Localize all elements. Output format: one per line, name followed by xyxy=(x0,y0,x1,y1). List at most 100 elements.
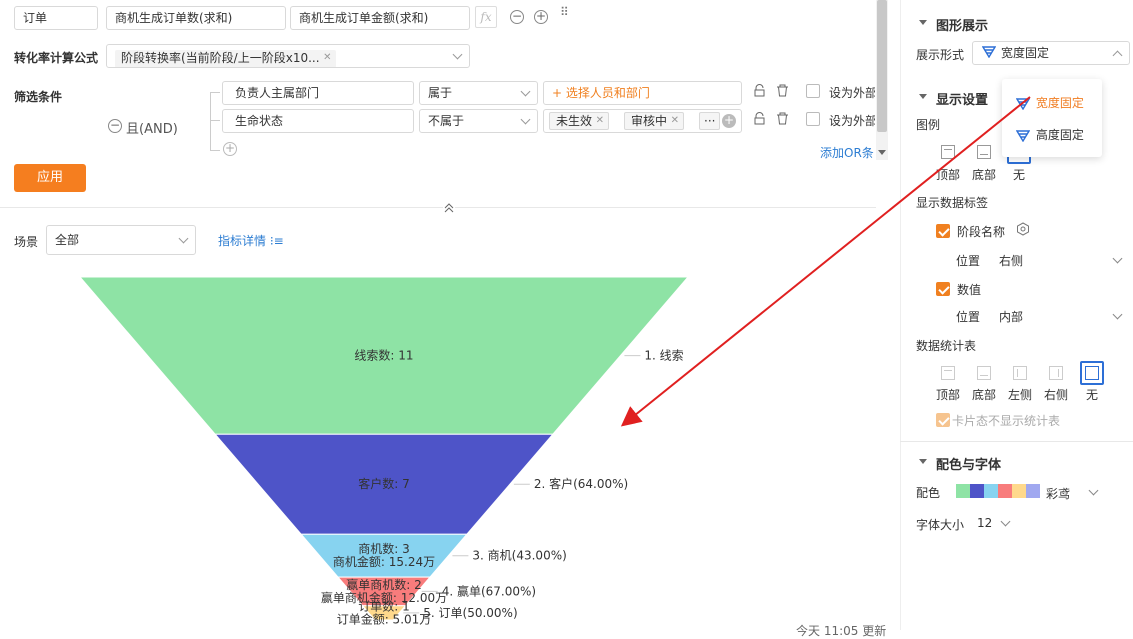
collapse-section-icon[interactable] xyxy=(919,459,927,464)
palette-swatch xyxy=(984,484,998,498)
trash-icon[interactable] xyxy=(776,112,789,125)
tag-close-icon[interactable]: ✕ xyxy=(596,113,604,129)
legend-bottom-label[interactable]: 底部 xyxy=(972,166,996,183)
funnel-stage-label: 4. 赢单(67.00%) xyxy=(442,583,536,598)
fx-icon[interactable]: fx xyxy=(475,6,497,28)
funnel-stage-label: 3. 商机(43.00%) xyxy=(472,548,566,563)
palette-name[interactable]: 彩鸢 xyxy=(1046,485,1070,502)
funnel-stage-label: 5. 订单(50.00%) xyxy=(423,606,517,620)
stats-none-icon[interactable] xyxy=(1080,361,1104,385)
palette-swatch xyxy=(1012,484,1026,498)
scroll-down-icon[interactable] xyxy=(878,150,886,155)
and-label[interactable]: 且(AND) xyxy=(126,118,178,137)
lock-icon[interactable] xyxy=(754,112,765,125)
legend-top-icon[interactable] xyxy=(941,145,955,159)
collapse-and-icon[interactable]: − xyxy=(108,119,122,133)
filter-label: 筛选条件 xyxy=(14,90,63,104)
formula-select[interactable]: 阶段转换率(当前阶段/上一阶段x10... ✕ xyxy=(106,44,470,68)
funnel-stage-label: 2. 客户(64.00%) xyxy=(534,476,628,491)
legend-top-label[interactable]: 顶部 xyxy=(936,166,960,183)
color-label: 配色 xyxy=(916,486,941,500)
data-label-title: 显示数据标签 xyxy=(916,196,989,210)
filter-value-1[interactable]: + 选择人员和部门 xyxy=(543,81,742,105)
list-icon: ⁝≡ xyxy=(269,234,284,248)
stats-right-icon[interactable] xyxy=(1049,366,1063,380)
stats-table-title: 数据统计表 xyxy=(916,339,977,353)
trash-icon[interactable] xyxy=(776,84,789,97)
palette-swatch xyxy=(956,484,970,498)
palette-swatches[interactable] xyxy=(956,484,1042,498)
width-fixed-option[interactable]: 宽度固定 xyxy=(1015,94,1084,111)
external-checkbox-1[interactable] xyxy=(806,84,820,98)
stats-left-label[interactable]: 左侧 xyxy=(1008,386,1032,403)
tag-close-icon[interactable]: ✕ xyxy=(671,113,679,129)
apply-button[interactable]: 应用 xyxy=(14,164,86,192)
font-size-value[interactable]: 12 xyxy=(977,516,992,530)
external-checkbox-2[interactable] xyxy=(806,112,820,126)
palette-swatch xyxy=(970,484,984,498)
filter-op-1[interactable]: 属于 xyxy=(419,81,538,105)
stats-none-label[interactable]: 无 xyxy=(1086,386,1098,403)
tag-close-icon[interactable]: ✕ xyxy=(323,50,331,66)
filter-tag-inactive: 未生效 ✕ xyxy=(549,112,610,130)
settings-hex-icon[interactable] xyxy=(1016,222,1030,236)
card-hide-label: 卡片态不显示统计表 xyxy=(952,414,1061,428)
more-tags[interactable]: ··· xyxy=(699,112,721,130)
metric-select-1[interactable]: 商机生成订单数(求和) xyxy=(106,6,286,30)
funnel-chart: 线索数: 11 1. 线索客户数: 7 2. 客户(64.00%) 商机数: 3商机金… xyxy=(78,276,690,626)
object-select[interactable]: 订单 xyxy=(14,6,98,30)
stage-name-label: 阶段名称 xyxy=(957,225,1006,239)
collapse-section-icon[interactable] xyxy=(919,20,927,25)
filter-field-2[interactable]: 生命状态 xyxy=(222,109,414,133)
funnel-value-label: 订单数: 1 xyxy=(358,598,410,613)
funnel-value-label: 商机金额: 15.24万 xyxy=(333,554,435,569)
filter-field-1[interactable]: 负责人主属部门 xyxy=(222,81,414,105)
funnel-icon xyxy=(981,46,997,61)
height-fixed-option[interactable]: 高度固定 xyxy=(1015,126,1084,143)
drag-handle-icon[interactable]: ⠿ xyxy=(560,6,570,18)
metric-select-2[interactable]: 商机生成订单金额(求和) xyxy=(290,6,470,30)
value-checkbox[interactable] xyxy=(936,282,950,296)
filter-tag-reviewing: 审核中 ✕ xyxy=(624,112,685,130)
stats-right-label[interactable]: 右侧 xyxy=(1044,386,1068,403)
value-label: 数值 xyxy=(957,283,982,297)
legend-none-label[interactable]: 无 xyxy=(1013,166,1025,183)
add-circle-icon[interactable]: + xyxy=(534,10,548,24)
stage-name-checkbox[interactable] xyxy=(936,224,950,238)
value-position-value[interactable]: 内部 xyxy=(999,308,1023,325)
scrollbar-thumb[interactable] xyxy=(877,0,887,132)
stats-bottom-label[interactable]: 底部 xyxy=(972,386,996,403)
display-form-dropdown: 宽度固定 高度固定 xyxy=(1002,79,1102,157)
card-hide-checkbox[interactable] xyxy=(936,413,950,427)
stats-bottom-icon[interactable] xyxy=(977,366,991,380)
display-form-label: 展示形式 xyxy=(916,48,965,62)
lock-icon[interactable] xyxy=(754,84,765,97)
funnel-stage-label: 1. 线索 xyxy=(644,349,683,363)
legend-bottom-icon[interactable] xyxy=(977,145,991,159)
legend-label: 图例 xyxy=(916,118,941,132)
collapse-section-icon[interactable] xyxy=(919,94,927,99)
stage-position-value[interactable]: 右侧 xyxy=(999,252,1023,269)
stage-position-label: 位置 xyxy=(956,254,981,268)
update-time: 今天 11:05 更新 xyxy=(796,624,887,638)
formula-label: 转化率计算公式 xyxy=(14,51,99,65)
stats-top-icon[interactable] xyxy=(941,366,955,380)
external-label-2: 设为外部 xyxy=(829,114,875,128)
collapse-icon[interactable] xyxy=(443,202,455,214)
funnel-value-label: 线索数: 11 xyxy=(354,348,413,363)
remove-circle-icon[interactable]: − xyxy=(510,10,524,24)
palette-swatch xyxy=(998,484,1012,498)
stats-top-label[interactable]: 顶部 xyxy=(936,386,960,403)
formula-tag: 阶段转换率(当前阶段/上一阶段x10... ✕ xyxy=(115,50,336,67)
filter-op-2[interactable]: 不属于 xyxy=(419,109,538,133)
metric-details-link[interactable]: 指标详情 ⁝≡ xyxy=(218,232,284,249)
value-position-label: 位置 xyxy=(956,310,981,324)
stats-left-icon[interactable] xyxy=(1013,366,1027,380)
add-condition-icon[interactable]: + xyxy=(223,142,237,156)
color-font-title: 配色与字体 xyxy=(936,458,1002,473)
add-or-link[interactable]: 添加OR条 xyxy=(820,144,874,161)
add-tag-icon[interactable]: + xyxy=(722,114,736,128)
graph-section-title: 图形展示 xyxy=(936,19,989,34)
scene-select[interactable]: 全部 xyxy=(46,225,196,255)
palette-swatch xyxy=(1026,484,1040,498)
